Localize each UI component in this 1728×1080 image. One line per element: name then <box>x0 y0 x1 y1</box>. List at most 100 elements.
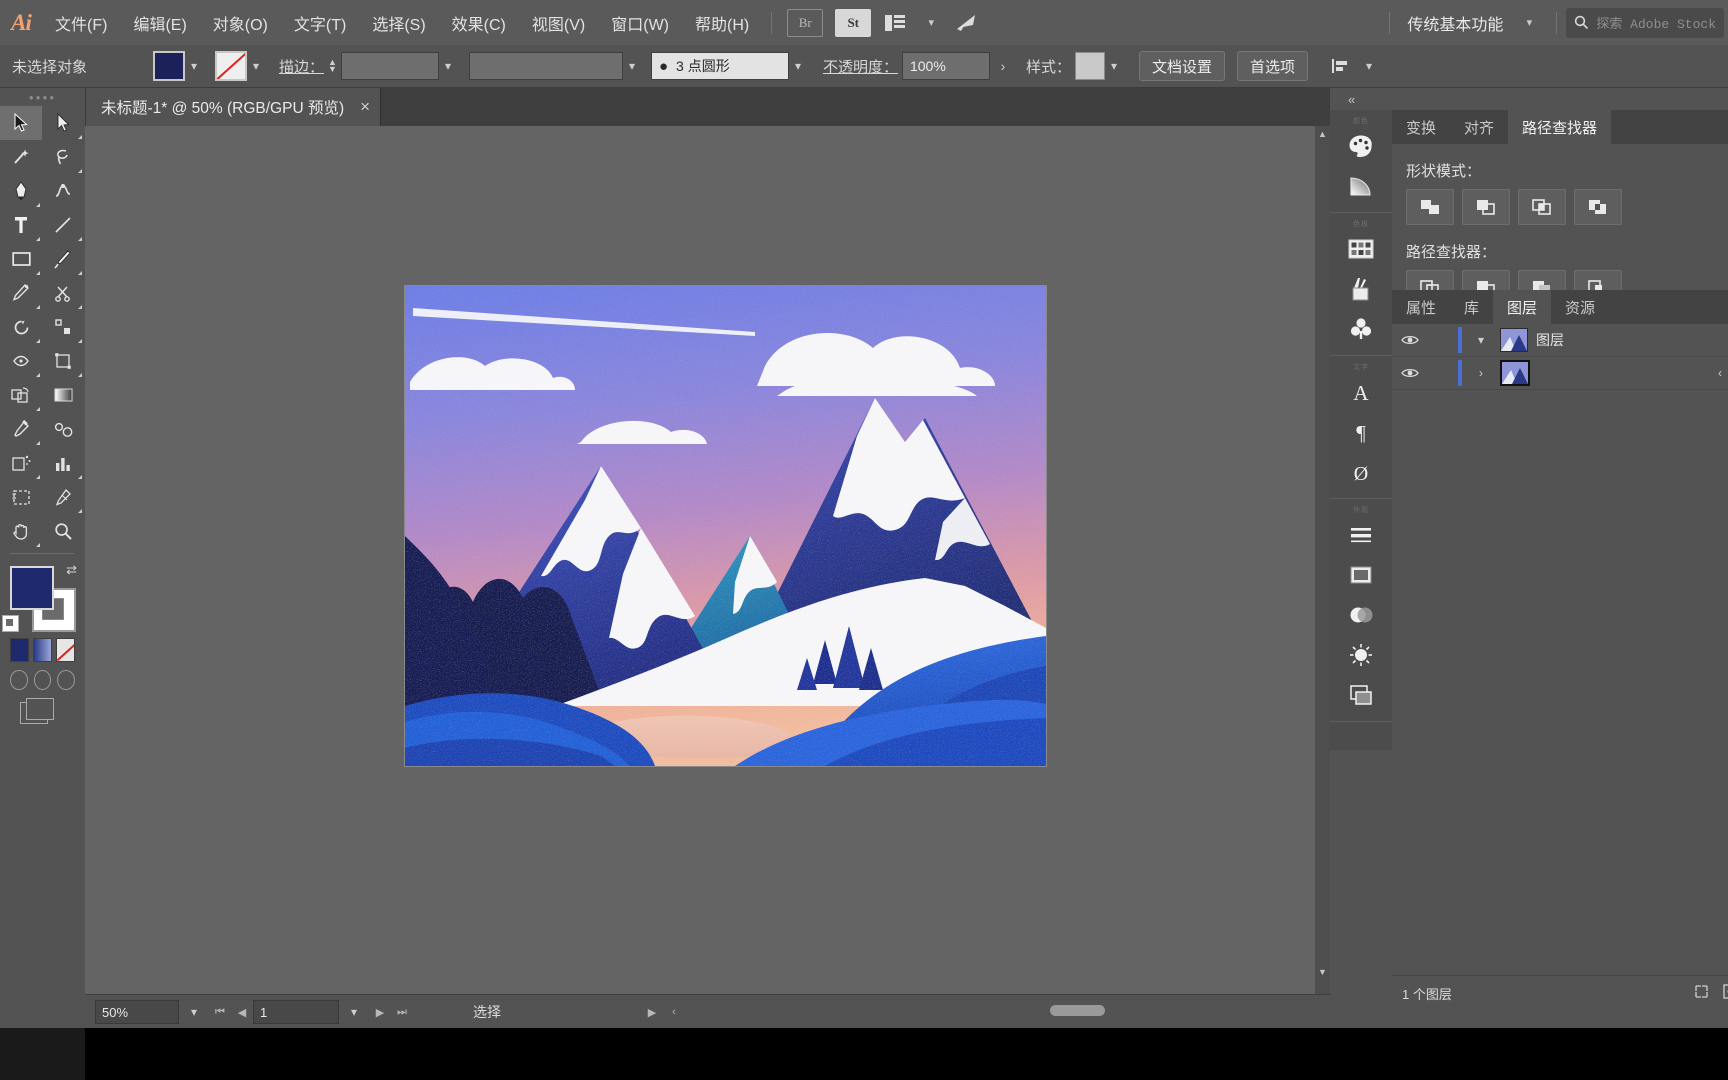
swap-fill-stroke-icon[interactable]: ⇄ <box>66 562 77 578</box>
menu-type[interactable]: 文字(T) <box>281 0 359 45</box>
draw-behind-icon[interactable] <box>33 670 52 690</box>
shape-builder-tool[interactable] <box>0 378 42 412</box>
tab-layers[interactable]: 图层 <box>1493 290 1552 324</box>
workspace-chevron-down-icon[interactable]: ▾ <box>1514 10 1544 36</box>
play-icon[interactable]: ▶ <box>641 1006 663 1019</box>
canvas-vertical-scrollbar[interactable]: ▲ ▼ <box>1315 126 1330 994</box>
opacity-label[interactable]: 不透明度： <box>823 56 898 77</box>
layer-row[interactable]: ▾ 图层 <box>1392 324 1728 357</box>
blend-tool[interactable] <box>42 412 84 446</box>
fill-indicator[interactable] <box>10 566 54 610</box>
hand-tool[interactable] <box>0 514 42 548</box>
menu-select[interactable]: 选择(S) <box>359 0 438 45</box>
rotate-tool[interactable] <box>0 310 42 344</box>
menu-window[interactable]: 窗口(W) <box>598 0 682 45</box>
visibility-eye-icon[interactable] <box>1398 367 1422 379</box>
first-page-icon[interactable]: ⏮ <box>209 1006 231 1019</box>
discover-rocket-icon[interactable] <box>952 10 982 36</box>
gradient-icon[interactable] <box>33 638 52 662</box>
arrange-chevron-down-icon[interactable]: ▾ <box>916 10 946 36</box>
stroke-profile-chevron-down-icon[interactable]: ▾ <box>623 59 641 73</box>
exclude-icon[interactable] <box>1574 189 1622 225</box>
brushes-panel-icon[interactable] <box>1330 269 1392 309</box>
selection-tool[interactable] <box>0 106 42 140</box>
align-chevron-down-icon[interactable]: ▾ <box>1360 59 1378 73</box>
tab-assets[interactable]: 资源 <box>1551 290 1609 324</box>
stock-icon[interactable]: St <box>835 8 872 37</box>
lasso-tool[interactable] <box>42 140 84 174</box>
stroke-profile-field[interactable] <box>468 52 623 80</box>
intersect-icon[interactable] <box>1518 189 1566 225</box>
zoom-chevron-down-icon[interactable]: ▾ <box>179 1005 209 1019</box>
preferences-button[interactable]: 首选项 <box>1237 51 1309 81</box>
stroke-weight-stepper[interactable]: ▲ ▼ <box>328 58 337 74</box>
artboard[interactable] <box>405 286 1046 766</box>
rectangle-tool[interactable] <box>0 242 42 276</box>
gradient-panel-icon[interactable] <box>1330 166 1392 206</box>
stroke-weight-field[interactable] <box>340 52 439 80</box>
artboard-tool[interactable] <box>0 480 42 514</box>
tab-pathfinder[interactable]: 路径查找器 <box>1508 110 1612 144</box>
tab-transform[interactable]: 变换 <box>1392 110 1450 144</box>
stroke-chevron-down-icon[interactable]: ▾ <box>247 59 265 73</box>
tab-properties[interactable]: 属性 <box>1392 290 1450 324</box>
stroke-weight-chevron-down-icon[interactable]: ▾ <box>439 59 457 73</box>
visibility-eye-icon[interactable] <box>1398 334 1422 346</box>
transparency-panel-icon[interactable] <box>1330 635 1392 675</box>
page-number-field[interactable]: 1 <box>253 1000 339 1024</box>
back-icon[interactable]: ‹ <box>663 1006 685 1018</box>
symbol-sprayer-tool[interactable] <box>0 446 42 480</box>
collapse-panels-icon[interactable]: « <box>1330 88 1728 110</box>
zoom-tool[interactable] <box>42 514 84 548</box>
scale-tool[interactable] <box>42 310 84 344</box>
zoom-level-field[interactable]: 50% <box>95 1000 179 1024</box>
magic-wand-tool[interactable] <box>0 140 42 174</box>
type-tool[interactable] <box>0 208 42 242</box>
last-page-icon[interactable]: ⏭ <box>391 1006 413 1019</box>
scroll-up-arrow[interactable]: ▲ <box>1315 126 1330 141</box>
brush-definition-field[interactable]: ● 3 点圆形 <box>650 52 789 80</box>
opentype-panel-icon[interactable]: Ø <box>1330 452 1392 492</box>
pen-tool[interactable] <box>0 174 42 208</box>
align-icon[interactable] <box>1327 53 1357 79</box>
draw-inside-icon[interactable] <box>57 670 76 690</box>
column-graph-tool[interactable] <box>42 446 84 480</box>
document-setup-button[interactable]: 文档设置 <box>1138 51 1225 81</box>
document-tab[interactable]: 未标题-1* @ 50% (RGB/GPU 预览) × <box>85 88 382 126</box>
direct-selection-tool[interactable] <box>42 106 84 140</box>
graphic-styles-panel-icon[interactable] <box>1330 595 1392 635</box>
line-segment-tool[interactable] <box>42 208 84 242</box>
menu-effect[interactable]: 效果(C) <box>439 0 519 45</box>
paintbrush-tool[interactable] <box>42 242 84 276</box>
unite-icon[interactable] <box>1406 189 1454 225</box>
layer-name[interactable]: 图层 <box>1536 330 1722 350</box>
opacity-expand-icon[interactable]: › <box>990 58 1016 74</box>
close-icon[interactable]: × <box>360 97 370 117</box>
bridge-icon[interactable]: Br <box>787 8 824 37</box>
tab-align[interactable]: 对齐 <box>1450 110 1508 144</box>
minus-front-icon[interactable] <box>1462 189 1510 225</box>
tab-libraries[interactable]: 库 <box>1450 290 1493 324</box>
solid-color-icon[interactable] <box>10 638 29 662</box>
next-page-icon[interactable]: ▶ <box>369 1006 391 1019</box>
graphic-style-swatch[interactable] <box>1074 52 1105 80</box>
opacity-field[interactable]: 100% <box>901 52 990 80</box>
eyedropper-tool[interactable] <box>0 412 42 446</box>
stroke-weight-label[interactable]: 描边： <box>279 56 324 77</box>
menu-view[interactable]: 视图(V) <box>519 0 598 45</box>
artboards-panel-icon[interactable] <box>1330 675 1392 715</box>
stroke-panel-icon[interactable] <box>1330 515 1392 555</box>
default-fill-stroke-icon[interactable] <box>2 615 19 632</box>
chevron-right-icon[interactable]: › <box>1470 366 1492 380</box>
fill-chevron-down-icon[interactable]: ▾ <box>185 59 203 73</box>
swatches-panel-icon[interactable] <box>1330 229 1392 269</box>
slice-tool[interactable] <box>42 480 84 514</box>
draw-normal-icon[interactable] <box>10 670 28 690</box>
color-panel-icon[interactable] <box>1330 126 1392 166</box>
curvature-tool[interactable] <box>42 174 84 208</box>
none-color-icon[interactable] <box>56 638 75 662</box>
previous-page-icon[interactable]: ◀ <box>231 1006 253 1019</box>
width-tool[interactable] <box>0 344 42 378</box>
tools-panel-grip[interactable]: ●●●● <box>0 88 85 106</box>
locate-object-icon[interactable] <box>1694 984 1709 1002</box>
